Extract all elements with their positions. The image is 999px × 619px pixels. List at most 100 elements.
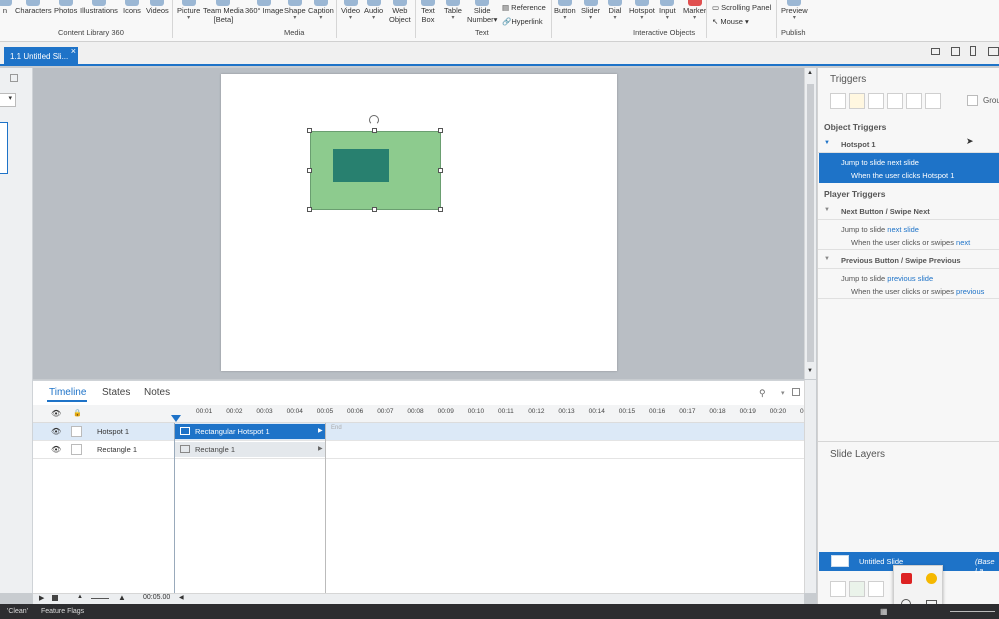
delete-icon[interactable] [906,93,922,109]
mouse-button[interactable]: ↖ Mouse ▾ [712,17,749,26]
picture-button[interactable]: Picture ▾ [177,0,200,22]
chevron-down-icon[interactable]: ▾ [781,389,785,397]
shield-tray-icon[interactable] [926,573,937,584]
tab-slide[interactable]: 1.1 Untitled Sli... × [4,46,78,66]
slider-button[interactable]: Slider ▾ [581,0,600,22]
trigger-condition-link[interactable]: previous [956,287,984,296]
stop-icon[interactable] [52,595,58,601]
trigger-item-previous[interactable]: Jump to slide previous slide When the us… [818,269,999,299]
input-button[interactable]: Input ▾ [659,0,676,22]
marker-button[interactable]: Marker ▾ [683,0,706,22]
eye-icon[interactable]: 👁 [51,409,61,418]
eye-icon[interactable]: 👁 [51,445,61,454]
audio-button[interactable]: Audio ▾ [364,0,383,22]
hotspot-button[interactable]: Hotspot ▾ [629,0,655,22]
timeline-row[interactable] [33,423,804,441]
lock-checkbox[interactable] [71,426,82,437]
scrollbar-thumb[interactable] [807,84,814,362]
resize-handle[interactable] [438,168,443,173]
timeline-row[interactable] [33,441,804,459]
scroll-up-icon[interactable]: ▲ [807,70,813,76]
caption-button[interactable]: Caption ▾ [308,0,334,22]
characters-button[interactable]: Characters [15,0,52,15]
dial-button[interactable]: Dial ▾ [608,0,622,22]
paste-icon[interactable] [887,93,903,109]
timeline-vertical-scrollbar[interactable] [804,380,816,593]
shape-button[interactable]: Shape ▾ [284,0,306,22]
table-button[interactable]: Table ▾ [444,0,462,22]
zoom-slider[interactable] [950,611,995,612]
resize-handle[interactable] [438,128,443,133]
resize-handle[interactable] [307,128,312,133]
zoom-slider[interactable] [91,598,109,599]
group-checkbox[interactable] [967,95,978,106]
timeline-options-icon[interactable]: ⚲ [759,388,766,399]
expand-arrow-icon[interactable]: ▶ [318,445,323,452]
phone-portrait-icon[interactable] [970,46,976,56]
button-button[interactable]: Button ▾ [554,0,576,22]
expand-arrow-icon[interactable]: ▶ [318,427,323,434]
360-image-button[interactable]: 360° Image [245,0,283,15]
app-tray-icon[interactable] [901,573,912,584]
rectangle-1[interactable] [310,131,441,210]
duplicate-layer-icon[interactable] [849,581,865,597]
hotspot-1[interactable] [333,149,389,182]
timeline-bar-hotspot[interactable]: Rectangular Hotspot 1 [175,424,325,439]
ribbon-button-partial[interactable]: n [0,0,12,15]
videos-button[interactable]: Videos [146,0,169,15]
resize-handle[interactable] [307,207,312,212]
tablet-landscape-icon[interactable] [951,47,960,56]
reorder-icon[interactable] [925,93,941,109]
scroll-left-icon[interactable]: ◀ [179,594,184,601]
tab-states[interactable]: States [102,387,130,398]
trigger-target-link[interactable]: next slide [887,225,919,234]
trigger-item-selected[interactable]: Jump to slide next slide When the user c… [819,153,999,183]
eye-icon[interactable]: 👁 [51,427,61,436]
slide-thumbnail[interactable] [0,122,8,174]
scroll-down-icon[interactable]: ▼ [807,368,813,374]
scrolling-panel-button[interactable]: ▭ Scrolling Panel [712,3,771,12]
playhead-icon[interactable] [171,415,181,422]
restore-panel-icon[interactable] [792,388,800,396]
trigger-group-previous[interactable]: ▼ Previous Button / Swipe Previous [818,255,999,269]
zoom-out-icon[interactable]: ▲ [77,594,83,600]
resize-handle[interactable] [438,207,443,212]
panel-toggle-icon[interactable] [10,74,18,82]
text-box-button[interactable]: Text Box [421,0,435,24]
illustrations-button[interactable]: Illustrations [80,0,118,15]
photos-button[interactable]: Photos [54,0,77,15]
new-trigger-icon[interactable] [830,93,846,109]
edit-trigger-icon[interactable] [849,93,865,109]
resize-handle[interactable] [372,128,377,133]
team-media-button[interactable]: Team Media [Beta] [203,0,244,24]
video-button[interactable]: Video ▾ [341,0,360,22]
slide-canvas[interactable] [221,74,617,371]
chevron-down-icon[interactable]: ▼ [824,207,830,213]
desktop-view-icon[interactable] [931,48,940,55]
canvas-vertical-scrollbar[interactable]: ▲ ▼ [804,68,816,379]
preview-button[interactable]: Preview ▾ [781,0,808,22]
close-icon[interactable]: × [71,42,76,61]
hyperlink-button[interactable]: 🔗Hyperlink [502,17,543,26]
slide-number-button[interactable]: Slide Number▾ [467,0,497,24]
play-icon[interactable]: ▶ [39,594,44,602]
icons-button[interactable]: Icons [123,0,141,15]
trigger-target-link[interactable]: next slide [887,158,919,167]
trigger-target-link[interactable]: previous slide [887,274,933,283]
trigger-item-next[interactable]: Jump to slide next slide When the user c… [818,220,999,250]
web-object-button[interactable]: Web Object [389,0,411,24]
chevron-down-icon[interactable]: ▼ [824,140,830,146]
delete-layer-icon[interactable] [868,581,884,597]
new-layer-icon[interactable] [830,581,846,597]
lock-checkbox[interactable] [71,444,82,455]
phone-landscape-icon[interactable] [988,47,999,56]
timeline-bar-rectangle[interactable]: Rectangle 1 [175,442,325,457]
copy-icon[interactable] [868,93,884,109]
dropdown-icon[interactable]: ▾ [0,93,16,107]
zoom-in-icon[interactable]: ▲ [118,593,126,602]
tab-timeline[interactable]: Timeline [49,387,86,398]
rotate-handle-icon[interactable] [369,115,379,125]
trigger-condition-link[interactable]: next [956,238,970,247]
feature-flags-link[interactable]: Feature Flags [41,604,84,619]
chevron-down-icon[interactable]: ▼ [824,256,830,262]
